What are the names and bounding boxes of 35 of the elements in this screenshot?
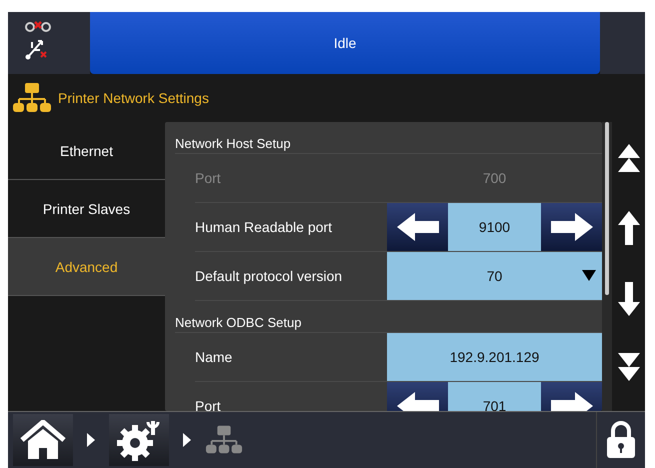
increase-button[interactable]	[541, 203, 602, 251]
scroll-bottom-icon[interactable]	[618, 352, 640, 383]
top-bar-panel	[600, 12, 645, 74]
home-icon	[20, 420, 66, 460]
value-field[interactable]: 9100	[448, 203, 541, 251]
left-arrow-icon	[396, 213, 438, 241]
setting-label: Human Readable port	[195, 219, 333, 235]
lock-icon[interactable]	[606, 421, 636, 459]
setting-label: Name	[195, 349, 234, 365]
settings-button[interactable]	[109, 414, 169, 466]
protocol-dropdown[interactable]: 70	[387, 252, 602, 300]
network-icon[interactable]	[205, 424, 243, 456]
right-arrow-icon	[550, 213, 592, 241]
value-field[interactable]: 701	[448, 382, 541, 411]
up-arrow-icon[interactable]	[618, 211, 640, 246]
printer-disconnected-icon	[24, 20, 52, 32]
chevron-icon	[183, 433, 191, 447]
scroll-top-icon[interactable]	[618, 144, 640, 174]
chevron-icon	[87, 433, 95, 447]
down-arrow-icon[interactable]	[618, 282, 640, 316]
scrollbar-thumb[interactable]	[605, 122, 609, 295]
decrease-button[interactable]	[387, 203, 448, 251]
settings-tab[interactable]: Advanced	[8, 238, 165, 296]
page-title: Printer Network Settings	[58, 90, 209, 106]
section-heading: Network Host Setup	[175, 122, 602, 154]
setting-label: Port	[195, 398, 222, 411]
setting-label: Port	[195, 170, 222, 186]
setting-value: 700	[482, 169, 508, 188]
network-icon	[12, 82, 52, 114]
status-text: Idle	[334, 35, 356, 51]
caret-icon	[582, 270, 596, 281]
text-field[interactable]: 192.9.201.129	[387, 333, 602, 381]
home-button[interactable]	[13, 414, 73, 466]
settings-icon	[117, 419, 161, 461]
setting-label: Default protocol version	[195, 268, 344, 284]
